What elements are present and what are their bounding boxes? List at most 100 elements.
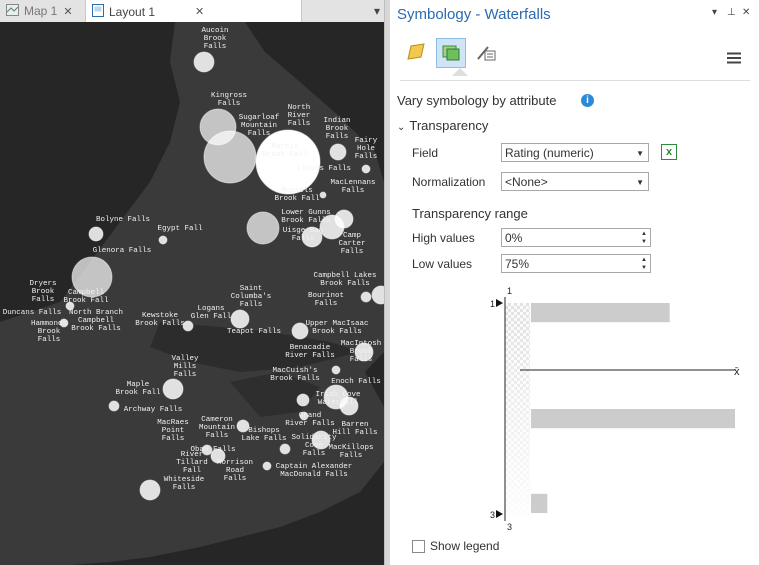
- field-combo[interactable]: Rating (numeric) ▼: [501, 143, 649, 162]
- symbol-layers-button[interactable]: [472, 38, 500, 66]
- map-label: MacKillops Falls: [328, 444, 374, 460]
- normalization-value: <None>: [505, 175, 548, 189]
- checkbox-box[interactable]: [412, 539, 425, 553]
- close-icon[interactable]: ✕: [63, 5, 72, 18]
- waterfall-point[interactable]: [230, 309, 250, 329]
- map-label: Archway Falls: [123, 406, 183, 414]
- map-label: Hammonds Brook Falls: [30, 320, 68, 344]
- map-label: Bourinot Falls: [307, 292, 345, 308]
- waterfall-point[interactable]: [88, 226, 104, 242]
- low-value-handle[interactable]: [496, 510, 503, 518]
- map-view[interactable]: Aucoin Brook Falls Kingross Falls Sugarloa…: [0, 22, 384, 565]
- transparency-histogram[interactable]: 1 3 1 3 x̄: [490, 285, 755, 535]
- high-value-handle[interactable]: [496, 299, 503, 307]
- map-label: Bolyne Falls: [95, 216, 151, 224]
- primary-symbology-button[interactable]: [402, 38, 430, 66]
- map-label: Duncans Falls: [2, 309, 62, 317]
- vary-symbology-button[interactable]: [436, 38, 466, 68]
- normalization-label: Normalization: [412, 175, 486, 189]
- divider: [400, 80, 750, 81]
- close-icon[interactable]: ✕: [195, 5, 204, 18]
- waterfall-point[interactable]: [331, 365, 341, 375]
- map-label: Kingross Falls: [210, 92, 248, 108]
- waterfall-point[interactable]: [296, 393, 310, 407]
- high-values-spinner[interactable]: 0% ▲ ▼: [501, 228, 651, 247]
- map-label: Egypt Fall: [157, 225, 203, 233]
- waterfall-point[interactable]: [361, 164, 371, 174]
- expression-icon[interactable]: x: [661, 144, 677, 160]
- waterfall-point[interactable]: [193, 51, 215, 73]
- map-label: MacRaes Point Falls: [157, 419, 189, 443]
- map-label: Sugarloaf Mountain Falls: [238, 114, 280, 138]
- active-tab-caret: [452, 68, 468, 76]
- map-label: Aucoin Brook Falls: [201, 27, 229, 51]
- symbology-pane: Symbology - Waterfalls ▾ ⊥ ✕ Vary symbol…: [390, 0, 759, 565]
- show-legend-checkbox[interactable]: Show legend: [412, 539, 499, 553]
- low-values-label: Low values: [412, 257, 473, 271]
- layout-icon: [92, 3, 104, 20]
- waterfall-point[interactable]: [158, 235, 168, 245]
- map-label: North Branch Campbell Brook Falls: [68, 309, 124, 333]
- map-label: Barren Hill Falls: [332, 421, 378, 437]
- spin-up-icon[interactable]: ▲: [641, 231, 647, 237]
- map-label: Grand River Falls: [285, 412, 335, 428]
- waterfall-point[interactable]: [279, 443, 291, 455]
- mean-label: x̄: [734, 366, 740, 378]
- waterfall-point[interactable]: [319, 191, 327, 199]
- map-label: Indian Brook Falls: [323, 117, 351, 141]
- tab-layout-1[interactable]: Layout 1 ✕: [85, 0, 302, 23]
- map-label: Logans Glen Fall: [190, 305, 232, 321]
- chevron-down-icon: ▼: [636, 149, 644, 158]
- waterfall-point[interactable]: [262, 461, 272, 471]
- waterfall-point[interactable]: [360, 291, 372, 303]
- high-values-label: High values: [412, 231, 475, 245]
- map-label: North River Falls: [287, 104, 311, 128]
- hist-top-tick: 1: [507, 286, 512, 296]
- show-legend-label: Show legend: [430, 539, 500, 553]
- map-label: Bishops Lake Falls: [241, 427, 287, 443]
- vary-symbology-icon: [442, 45, 460, 61]
- waterfall-point[interactable]: [203, 130, 257, 184]
- spin-down-icon[interactable]: ▼: [641, 265, 647, 271]
- low-values-value: 75%: [505, 257, 530, 271]
- spin-down-icon[interactable]: ▼: [641, 239, 647, 245]
- tab-map-1[interactable]: Map 1 ✕: [0, 0, 82, 22]
- map-label: Uisge Ban Falls: [282, 227, 324, 243]
- normalization-combo[interactable]: <None> ▼: [501, 172, 649, 191]
- waterfall-point[interactable]: [139, 479, 161, 501]
- chevron-down-icon: ▼: [636, 178, 644, 187]
- waterfall-point[interactable]: [162, 378, 184, 400]
- map-label: Whiteside Falls: [163, 476, 205, 492]
- map-label: Teapot Falls: [226, 328, 282, 336]
- field-label: Field: [412, 146, 439, 160]
- chevron-down-icon: ⌄: [397, 122, 406, 133]
- close-icon[interactable]: ✕: [742, 7, 750, 18]
- map-label: Lisois Falls: [296, 165, 352, 173]
- spin-up-icon[interactable]: ▲: [641, 257, 647, 263]
- map-label: Upper MacIsaac Brook Falls: [305, 320, 369, 336]
- pane-title: Symbology - Waterfalls: [397, 6, 551, 23]
- map-label: Benacadie River Falls: [285, 344, 335, 360]
- low-value-marker-label: 3: [490, 510, 495, 520]
- low-values-spinner[interactable]: 75% ▲ ▼: [501, 254, 651, 273]
- waterfall-point[interactable]: [329, 143, 347, 161]
- map-label: Campbell Lakes Brook Falls: [313, 272, 377, 288]
- map-label: Lower Gunns Brook Falls: [281, 209, 331, 225]
- tab-label: Layout 1: [109, 4, 156, 19]
- document-tab-strip: Map 1 ✕ Layout 1 ✕ ▾: [0, 0, 388, 23]
- waterfall-point[interactable]: [246, 211, 280, 245]
- pane-options-chevron-icon[interactable]: ▾: [712, 7, 717, 18]
- transparency-group-header[interactable]: ⌄ Transparency: [397, 118, 488, 133]
- menu-icon[interactable]: [727, 52, 741, 67]
- map-label: Campbell Brook Fall: [63, 289, 109, 305]
- waterfall-point[interactable]: [255, 129, 321, 195]
- histogram-bar: [531, 409, 735, 429]
- waterfall-point[interactable]: [108, 400, 120, 412]
- map-label: MacCuish's Brook Falls: [270, 367, 320, 383]
- hist-bottom-tick: 3: [507, 522, 512, 532]
- map-label: Morrison Road Falls: [216, 459, 254, 483]
- tab-label: Map 1: [24, 4, 58, 18]
- map-label: Valley Mills Falls: [171, 355, 199, 379]
- pin-icon[interactable]: ⊥: [727, 7, 736, 18]
- info-icon[interactable]: i: [581, 94, 594, 107]
